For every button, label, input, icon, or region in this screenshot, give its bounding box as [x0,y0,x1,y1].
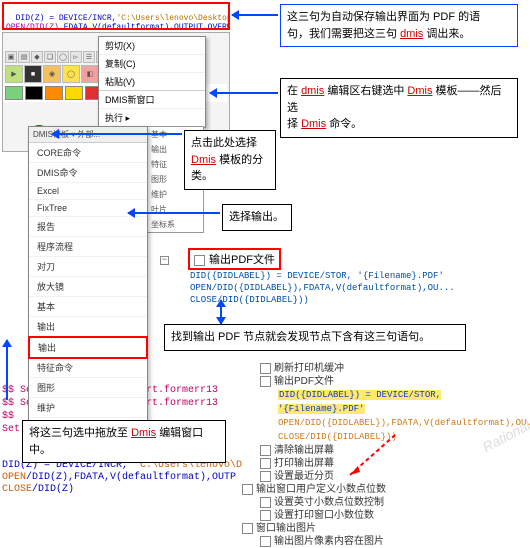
template-list-item[interactable]: 维护 [29,398,147,418]
annot-text: 找到输出 PDF 节点就会发现节点下含有这三句语句。 [171,331,430,343]
context-menu[interactable]: 剪切(X) 复制(C) 粘贴(V) DMIS新窗口 执行 ▸ [98,36,206,128]
sub-list-item[interactable]: 叶片 [147,202,203,217]
toolbar-icon[interactable]: ■ [24,65,42,83]
pdf-code-line: OPEN/DID({DIDLABEL}),FDATA,V(defaultform… [190,282,468,294]
code-text: CLOSE [2,484,32,495]
toolbar-icon[interactable]: ◆ [31,51,43,63]
tree-item[interactable]: 设置英寸小数点位数控制 [242,496,526,509]
arrow-icon [6,340,8,400]
annot-text: 调出来。 [426,28,470,40]
color-swatch[interactable] [65,86,83,100]
tree-collapse-icon[interactable]: − [160,256,169,265]
pdf-code-line: CLOSE/DID({DIDLABEL})) [190,294,468,306]
arrow-icon [52,133,182,135]
template-list-item[interactable]: 报告 [29,217,147,237]
toolbar-icon[interactable]: ▣ [5,51,17,63]
tree-item[interactable]: 输出图片像素内容在图片 [242,535,526,548]
template-category-list[interactable]: DMIS模板 ▾ 外部... CORE命令 DMIS命令 Excel FixTr… [28,126,148,459]
template-list-item[interactable]: CORE命令 [29,143,147,163]
annot-text: 句，我们需要把这三句 [287,28,397,40]
template-list-item[interactable]: Excel [29,183,147,200]
sub-list-item[interactable]: 坐标系 [147,217,203,232]
toolbar-icon[interactable]: ☰ [83,51,95,63]
tree-code-line[interactable]: OPEN/DID({DIDLABEL}),FDATA,V(defaultform… [278,418,530,428]
template-list-item[interactable]: 输出 [29,317,147,337]
toolbar-icon[interactable]: ❏ [44,51,56,63]
template-list-item[interactable]: DMIS命令 [29,163,147,183]
annot-term: dmis [301,85,324,97]
template-list-item[interactable]: 对刀 [29,257,147,277]
arrow-icon [210,92,278,94]
template-list-item[interactable]: 放大镜 [29,277,147,297]
arrow-icon [128,212,220,214]
annotation-find-node: 找到输出 PDF 节点就会发现节点下含有这三句语句。 [164,324,466,351]
annot-text: 点击此处选择 [191,137,257,149]
template-list-item[interactable]: 特征命令 [29,358,147,378]
pdf-code-line: DID({DIDLABEL}) = DEVICE/STOR, '{Filenam… [190,270,468,282]
code-text: OPEN [2,472,26,483]
tree-item[interactable]: 窗口输出图片 [242,522,526,535]
toolbar-icon[interactable]: ◯ [62,65,80,83]
toolbar-icon[interactable]: ◧ [81,65,99,83]
tree-item[interactable]: 刷新打印机缓冲 [242,362,526,375]
annot-term: Dmis [191,154,216,166]
template-list-item[interactable]: 图形 [29,378,147,398]
annot-text: 选择输出。 [229,211,284,223]
arrow-icon [232,14,278,16]
color-swatch[interactable] [45,86,63,100]
toolbar-icon[interactable]: ▤ [18,51,30,63]
arrow-icon [220,300,222,324]
pdf-output-title: 输出PDF文件 [188,248,281,270]
annotation-drag: 将这三句选中拖放至 Dmis 编辑窗口中。 [22,420,226,463]
context-menu-item[interactable]: 粘贴(V) [99,73,205,91]
template-list-item[interactable]: 基本 [29,297,147,317]
code-text: /DID(Z),FDATA,V(defaultformat),OUTP [26,472,236,483]
tree-item[interactable]: 输出PDF文件 [242,375,526,388]
code-text: 'C:\Users\lenovo\Desktop\314PDF\NWSC14-?… [116,14,230,23]
context-menu-item[interactable]: DMIS新窗口 [99,91,205,109]
tree-code-line[interactable]: DID({DIDLABEL}) = DEVICE/STOR, '{Filenam… [278,390,441,414]
annotation-select-output: 选择输出。 [222,204,292,231]
template-list-item-highlight[interactable]: 输出 [28,336,148,359]
template-list-item[interactable]: 程序流程 [29,237,147,257]
annot-term: dmis [400,28,423,40]
annot-text: 在 [287,85,298,97]
color-swatch[interactable] [25,86,43,100]
toolbar-icon[interactable]: ▶ [5,65,23,83]
annotation-mid-right: 在 dmis 编辑区右键选中 Dmis 模板——然后选 择 Dmis 命令。 [280,78,518,138]
annotation-top-right: 这三句为自动保存输出界面为 PDF 的语 句，我们需要把这三句 dmis 调出来… [280,4,518,47]
context-menu-item[interactable]: 复制(C) [99,55,205,73]
toolbar-icon[interactable]: ◉ [43,65,61,83]
context-menu-item[interactable]: 执行 ▸ [99,109,205,127]
tree-item[interactable]: 输出窗口用户定义小数点位数 [242,483,526,496]
annot-text: 编辑区右键选中 [327,85,404,97]
toolbar-icon[interactable]: ◯ [57,51,69,63]
top-code-block: DID(Z) = DEVICE/INCR,'C:\Users\lenovo\De… [2,2,230,30]
annot-text: 这三句为自动保存输出界面为 PDF 的语 [287,11,480,23]
annot-text: 命令。 [329,118,362,130]
dashed-arrow-icon [340,430,400,480]
code-text: ,FDATA,V(defaultformat),OUTPUT,OVERWR [59,23,230,30]
color-swatch[interactable] [5,86,23,100]
tree-item[interactable]: 设置打印窗口小数位数 [242,509,526,522]
annot-text: 择 [287,118,298,130]
code-text: OPEN/DID(Z) [6,23,59,30]
annot-term: Dmis [131,427,156,439]
context-menu-item[interactable]: 剪切(X) [99,37,205,55]
annot-term: Dmis [407,85,432,97]
annot-text: 将这三句选中拖放至 [29,427,128,439]
code-text: /DID(Z) [32,484,74,495]
annotation-click-here: 点击此处选择 Dmis 模板的分类。 [184,130,276,190]
code-text: DID(Z) = DEVICE/INCR, [16,14,117,23]
bottom-code-block: DID(Z) = DEVICE/INCR, 'C:\Users\lenovo\D… [2,460,232,496]
pdf-output-block: − 输出PDF文件 DID({DIDLABEL}) = DEVICE/STOR,… [160,248,468,306]
toolbar-icon[interactable]: ▻ [70,51,82,63]
annot-term: Dmis [301,118,326,130]
